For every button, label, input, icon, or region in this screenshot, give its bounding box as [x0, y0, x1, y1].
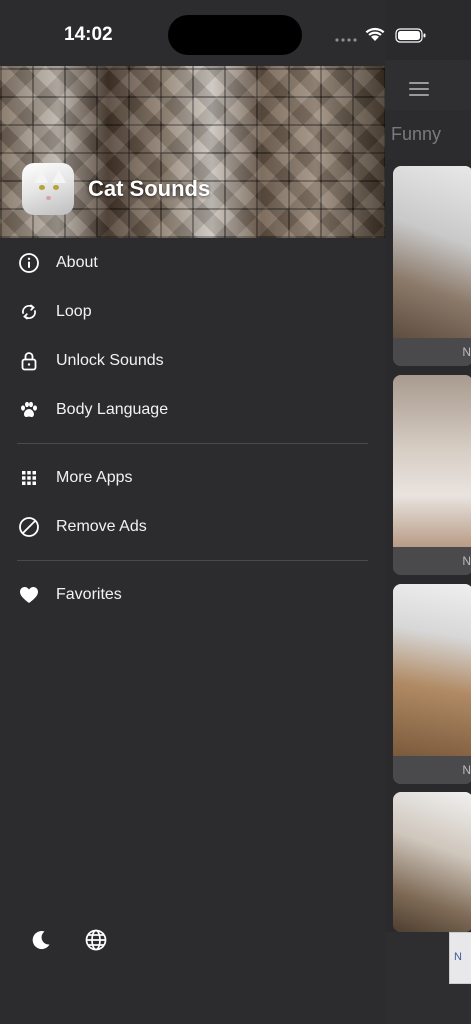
menu-item-label: About: [56, 253, 98, 271]
menu-item-favorites[interactable]: Favorites: [0, 570, 385, 619]
background-app: Funny N N N N: [385, 0, 471, 1024]
wifi-icon: [365, 27, 385, 41]
app-title: Cat Sounds: [88, 176, 211, 201]
menu-item-label: Unlock Sounds: [56, 351, 164, 369]
sound-card[interactable]: N: [393, 375, 471, 575]
menu-item-label: Loop: [56, 302, 92, 320]
block-icon: [18, 516, 40, 538]
menu-item-remove-ads[interactable]: Remove Ads: [0, 502, 385, 551]
menu-item-more-apps[interactable]: More Apps: [0, 453, 385, 502]
cat-image: [393, 166, 471, 338]
moon-icon[interactable]: [29, 928, 53, 952]
lock-icon: [18, 350, 40, 372]
menu-item-body-language[interactable]: Body Language: [0, 385, 385, 434]
cat-image: [393, 584, 471, 756]
app-logo: [22, 163, 74, 215]
sound-card[interactable]: [393, 792, 471, 932]
background-top-bar: [385, 60, 471, 110]
sound-card-caption: N: [393, 547, 471, 575]
menu-item-label: More Apps: [56, 468, 133, 486]
navigation-drawer: 14:02 Cat Sounds About Loop Unlock Sound…: [0, 0, 426, 1024]
loop-icon: [18, 301, 40, 323]
drawer-menu: About Loop Unlock Sounds Body Language M…: [0, 238, 385, 619]
sound-card[interactable]: N: [393, 584, 471, 784]
cat-image: [393, 375, 471, 547]
background-tab-bar: Funny: [385, 110, 471, 160]
heart-icon: [18, 584, 40, 606]
ad-banner[interactable]: N: [449, 932, 471, 984]
tab-funny[interactable]: Funny: [391, 124, 441, 145]
cat-image: [393, 792, 471, 932]
globe-icon[interactable]: [84, 928, 108, 952]
drawer-header: Cat Sounds: [0, 66, 385, 238]
status-bar: 14:02: [0, 0, 426, 66]
menu-divider: [17, 443, 368, 444]
menu-divider: [17, 560, 368, 561]
sound-card[interactable]: N: [393, 166, 471, 366]
status-icons: [335, 27, 426, 43]
status-time: 14:02: [64, 24, 113, 45]
ad-banner-area: N: [385, 932, 471, 1024]
menu-item-loop[interactable]: Loop: [0, 287, 385, 336]
menu-item-label: Remove Ads: [56, 517, 147, 535]
dynamic-island: [168, 15, 302, 55]
info-icon: [18, 252, 40, 274]
menu-item-unlock-sounds[interactable]: Unlock Sounds: [0, 336, 385, 385]
sound-card-caption: N: [393, 338, 471, 366]
hamburger-menu-icon[interactable]: [409, 82, 429, 96]
signal-icon: [335, 38, 357, 42]
sound-card-caption: N: [393, 756, 471, 784]
grid-icon: [18, 467, 40, 489]
menu-item-label: Favorites: [56, 585, 122, 603]
menu-item-about[interactable]: About: [0, 238, 385, 287]
paw-icon: [18, 399, 40, 421]
drawer-footer: [0, 922, 385, 962]
battery-icon: [395, 28, 426, 43]
menu-item-label: Body Language: [56, 400, 169, 418]
